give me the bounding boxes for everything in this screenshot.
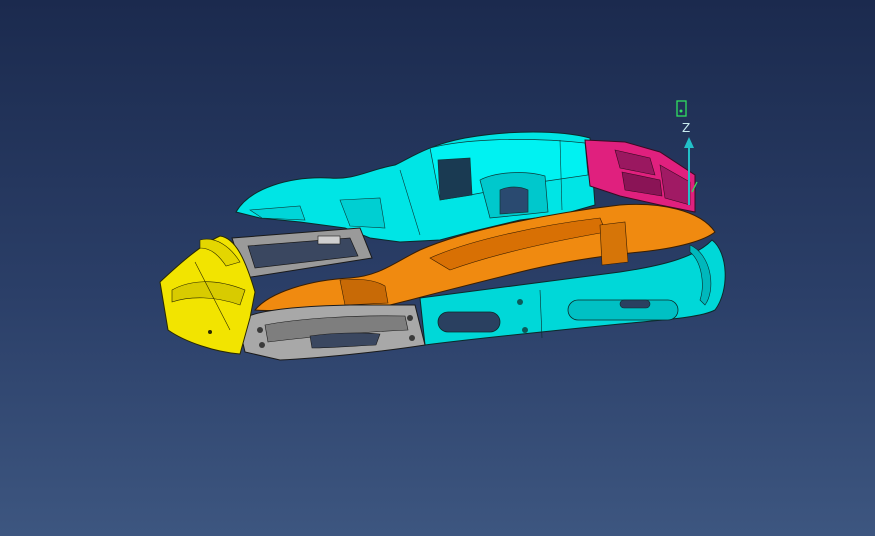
- inner-frame-part[interactable]: [231, 227, 373, 279]
- front-bumper-part[interactable]: [159, 235, 256, 355]
- z-axis-label: Z: [682, 121, 691, 135]
- front-frame-part[interactable]: [237, 304, 426, 361]
- rear-panel-part[interactable]: [584, 139, 696, 213]
- axis-marker-icon: [676, 100, 687, 117]
- model-canvas[interactable]: [0, 0, 875, 536]
- 3d-viewport[interactable]: Z: [0, 0, 875, 536]
